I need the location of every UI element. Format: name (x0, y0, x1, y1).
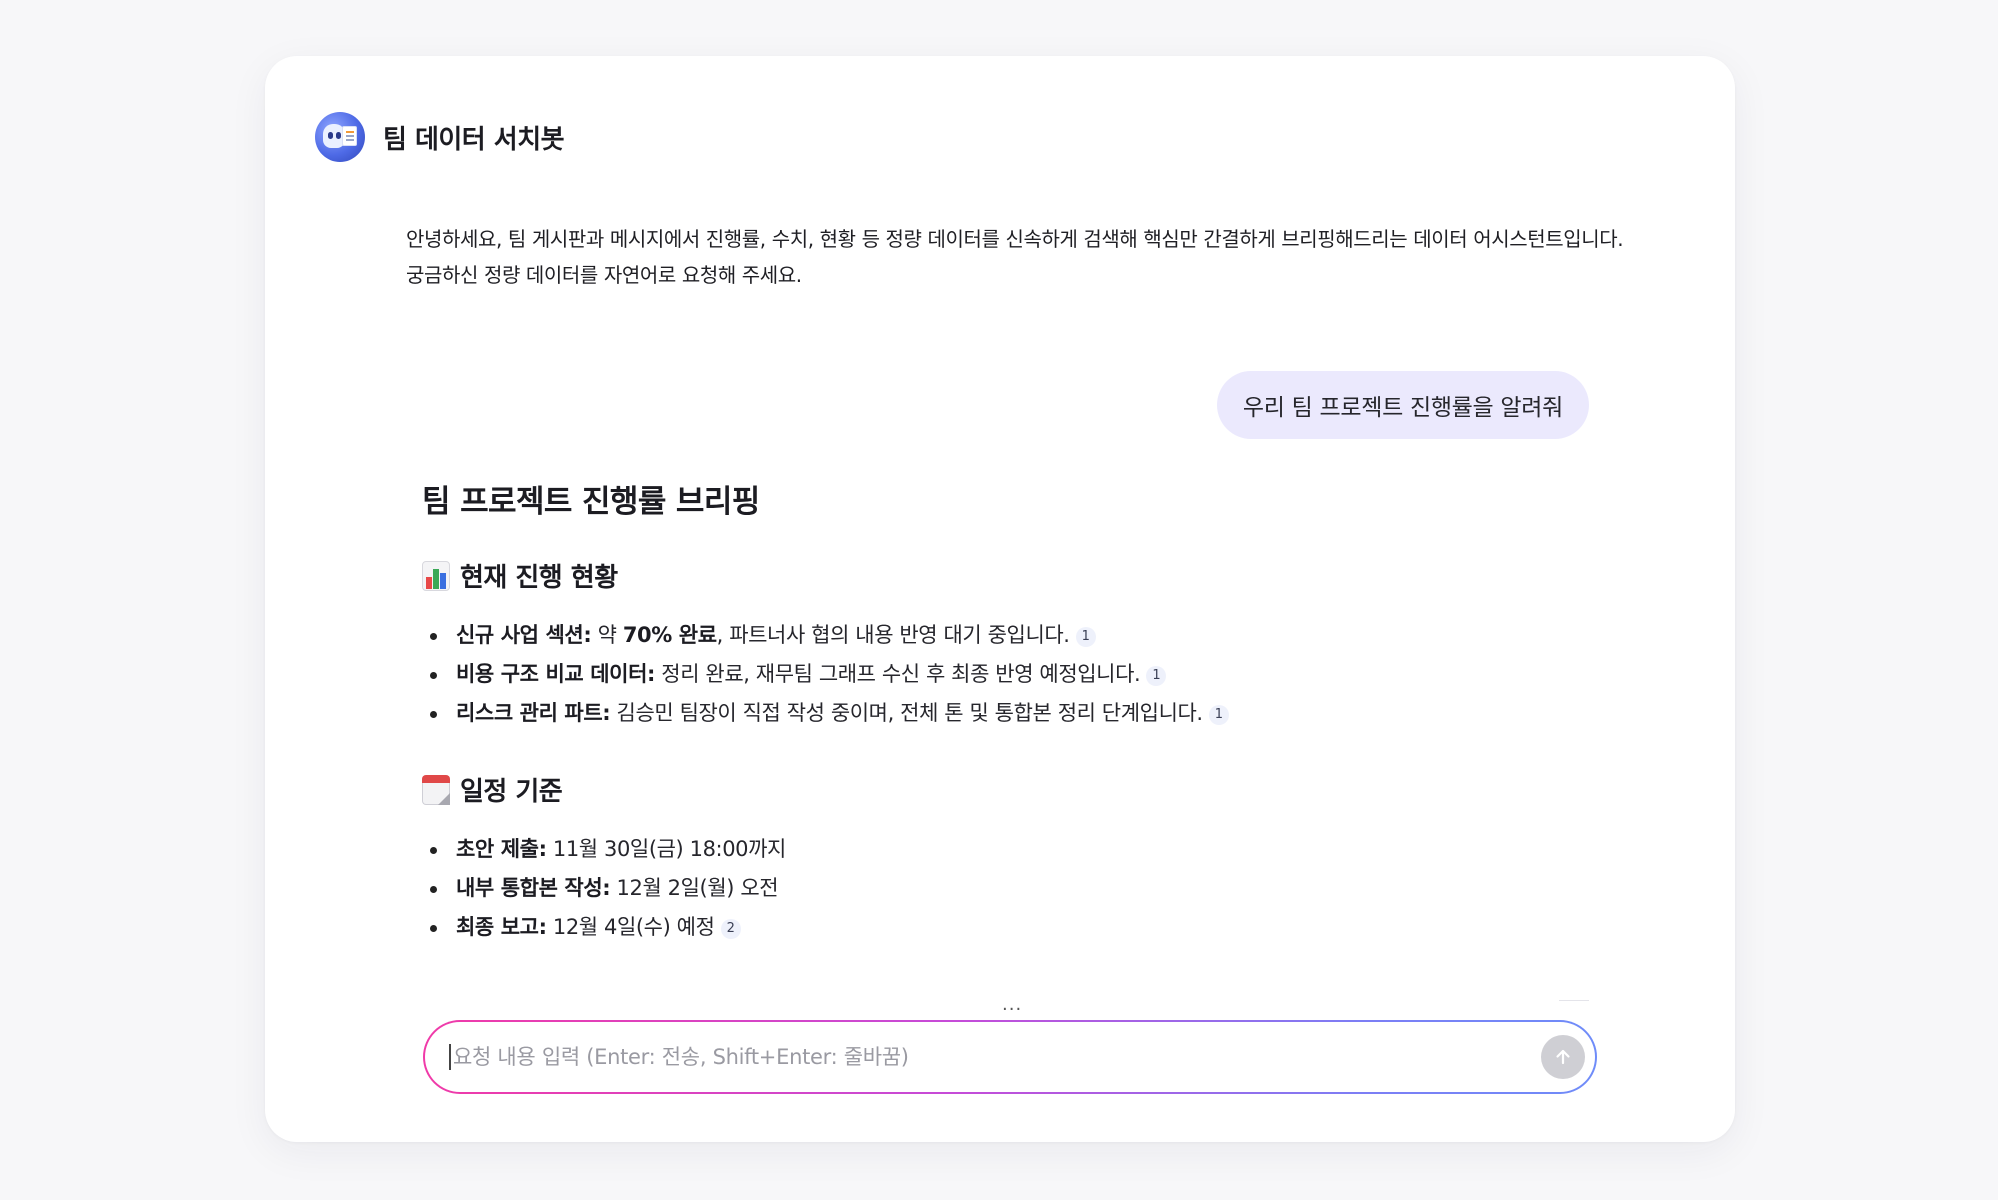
composer (423, 1020, 1597, 1094)
intro-line-2: 궁금하신 정량 데이터를 자연어로 요청해 주세요. (406, 263, 802, 287)
text-caret (449, 1044, 451, 1070)
list-item: 리스크 관리 파트: 김승민 팀장이 직접 작성 중이며, 전체 톤 및 통합본… (422, 694, 1572, 733)
item-text: 약 (591, 623, 623, 647)
list-item: 내부 통합본 작성: 12월 2일(월) 오전 (422, 869, 1572, 908)
bar-chart-icon (422, 560, 450, 591)
item-text: 정리 완료, 재무팀 그래프 수신 후 최종 반영 예정입니다. (655, 662, 1141, 686)
item-label: 초안 제출: (456, 837, 547, 861)
item-text: 12월 2일(월) 오전 (610, 876, 779, 900)
item-label: 비용 구조 비교 데이터: (456, 662, 656, 686)
section-heading-schedule: 일정 기준 (422, 771, 1572, 808)
list-item: 최종 보고: 12월 4일(수) 예정 2 (422, 908, 1572, 947)
send-button[interactable] (1541, 1035, 1585, 1079)
chat-card: 팀 데이터 서치봇 안녕하세요, 팀 게시판과 메시지에서 진행률, 수치, 현… (265, 56, 1735, 1142)
section-heading-text: 현재 진행 현황 (460, 563, 618, 593)
citation-badge[interactable]: 1 (1075, 626, 1096, 647)
list-item: 신규 사업 섹션: 약 70% 완료, 파트너사 협의 내용 반영 대기 중입니… (422, 616, 1572, 655)
citation-badge[interactable]: 1 (1208, 704, 1229, 725)
citation-badge[interactable]: 1 (1146, 665, 1167, 686)
item-text: 김승민 팀장이 직접 작성 중이며, 전체 톤 및 통합본 정리 단계입니다. (610, 701, 1204, 725)
item-label: 리스크 관리 파트: (456, 701, 611, 725)
item-label: 신규 사업 섹션: (456, 623, 592, 647)
bot-header: 팀 데이터 서치봇 (315, 112, 565, 162)
bot-name: 팀 데이터 서치봇 (383, 124, 565, 155)
divider (1559, 1000, 1589, 1001)
schedule-list: 초안 제출: 11월 30일(금) 18:00까지 내부 통합본 작성: 12월… (422, 830, 1572, 947)
document-icon (342, 126, 357, 146)
intro-line-1: 안녕하세요, 팀 게시판과 메시지에서 진행률, 수치, 현황 등 정량 데이터… (406, 227, 1624, 251)
robot-eye-left (328, 132, 333, 139)
composer-inner (425, 1022, 1595, 1092)
bot-answer: 팀 프로젝트 진행률 브리핑 현재 진행 현황 신규 사업 섹션: 약 70% … (422, 476, 1572, 985)
answer-title: 팀 프로젝트 진행률 브리핑 (422, 484, 760, 520)
robot-eye-right (336, 132, 341, 139)
item-emphasis: 70% 완료 (622, 623, 717, 647)
progress-list: 신규 사업 섹션: 약 70% 완료, 파트너사 협의 내용 반영 대기 중입니… (422, 616, 1572, 733)
section-heading-text: 일정 기준 (460, 777, 563, 807)
list-item: 비용 구조 비교 데이터: 정리 완료, 재무팀 그래프 수신 후 최종 반영 … (422, 655, 1572, 694)
message-input[interactable] (453, 1045, 1541, 1069)
user-message-bubble: 우리 팀 프로젝트 진행률을 알려줘 (1216, 371, 1589, 439)
calendar-icon (422, 774, 450, 805)
list-item: 초안 제출: 11월 30일(금) 18:00까지 (422, 830, 1572, 869)
item-label: 내부 통합본 작성: (456, 876, 611, 900)
bot-intro-message: 안녕하세요, 팀 게시판과 메시지에서 진행률, 수치, 현황 등 정량 데이터… (406, 221, 1636, 293)
item-text: , 파트너사 협의 내용 반영 대기 중입니다. (716, 623, 1070, 647)
item-text: 11월 30일(금) 18:00까지 (546, 837, 787, 861)
bot-avatar (315, 112, 365, 162)
citation-badge[interactable]: 2 (720, 918, 741, 939)
arrow-up-icon (1556, 1049, 1570, 1065)
item-label: 최종 보고: (456, 915, 547, 939)
more-indicator[interactable]: ... (1002, 994, 1022, 1015)
item-text: 12월 4일(수) 예정 (546, 915, 715, 939)
section-heading-progress: 현재 진행 현황 (422, 557, 1572, 594)
